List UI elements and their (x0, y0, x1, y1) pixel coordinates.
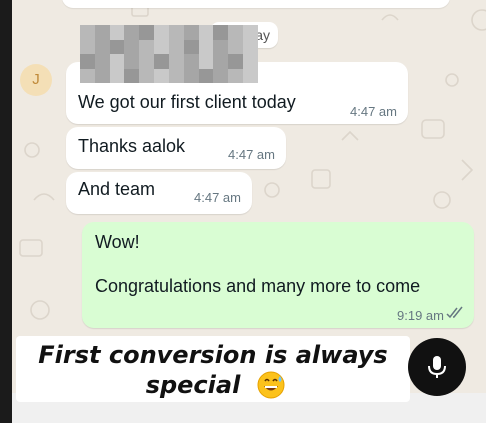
double-check-icon (446, 306, 463, 319)
caption-line-2: special (145, 371, 241, 399)
previous-message-bubble[interactable] (62, 0, 450, 8)
message-time: 4:47 am (350, 104, 397, 119)
message-text: Congratulations and many more to come (95, 276, 421, 296)
story-caption: First conversion is always special (16, 340, 410, 400)
message-text: Thanks aalok (78, 136, 186, 156)
incoming-message-bubble[interactable]: Thanks aalok 4:47 am (66, 127, 286, 169)
mic-button[interactable] (408, 338, 466, 396)
message-time: 9:19 am (397, 308, 444, 323)
outgoing-message-bubble[interactable]: Wow! Congratulations and many more to co… (82, 222, 474, 328)
redacted-sender-name (80, 25, 258, 83)
message-text: We got our first client today (78, 92, 296, 112)
avatar[interactable]: J (20, 64, 52, 96)
avatar-initial: J (32, 71, 40, 88)
message-text: Wow! (95, 232, 140, 252)
message-text: And team (78, 179, 156, 199)
message-time: 4:47 am (228, 147, 275, 162)
mic-icon (428, 356, 446, 378)
incoming-message-bubble[interactable]: And team 4:47 am (66, 172, 252, 214)
caption-line-1: First conversion is always (38, 341, 388, 369)
grinning-sweat-emoji (257, 371, 285, 399)
message-time: 4:47 am (194, 190, 241, 205)
